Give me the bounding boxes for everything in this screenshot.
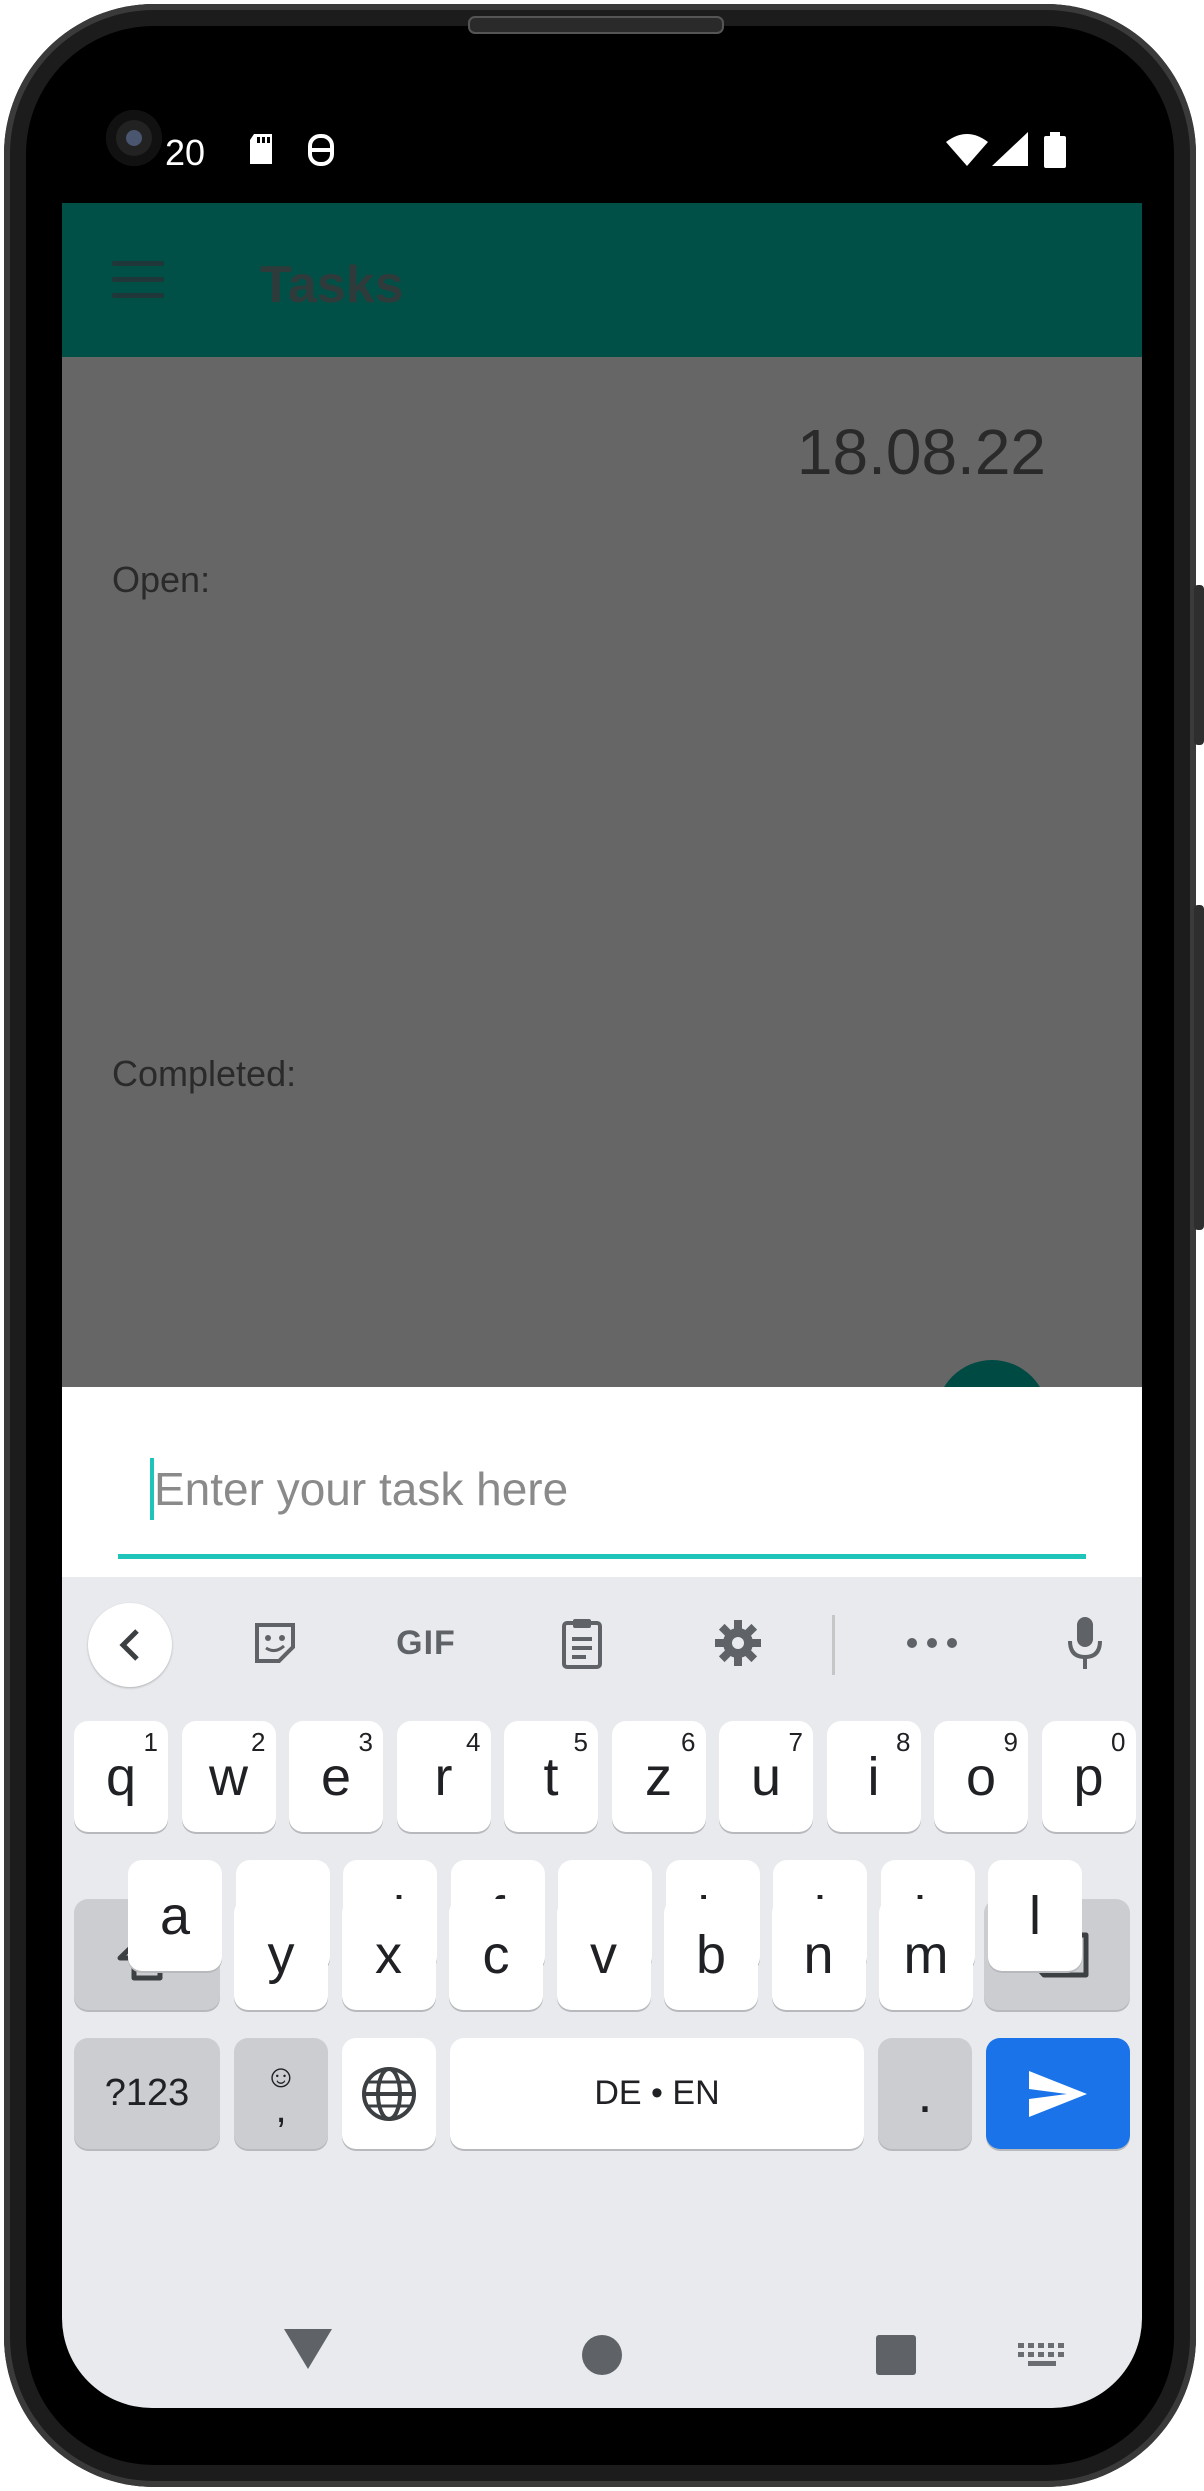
emoji-comma-key[interactable]: ☺ , bbox=[234, 2038, 328, 2149]
app-title: Tasks bbox=[260, 256, 404, 314]
soft-keyboard: GIF ?123 ☺ , DE • EN . q 1 w 2 e 3 r 4 t… bbox=[62, 1577, 1142, 2408]
globe-icon bbox=[362, 2066, 416, 2121]
key-l-label: l bbox=[1029, 1885, 1041, 1946]
key-v-label: v bbox=[590, 1924, 617, 1985]
sticker-icon[interactable] bbox=[245, 1617, 305, 1669]
key-b-label: b bbox=[695, 1924, 727, 1985]
key-w[interactable]: w2 bbox=[181, 1721, 276, 1832]
key-n[interactable]: n bbox=[771, 1899, 866, 2010]
key-q-label: q bbox=[105, 1746, 137, 1807]
period-key[interactable]: . bbox=[878, 2038, 972, 2149]
keyboard-switch-icon[interactable] bbox=[1018, 2343, 1066, 2367]
key-a[interactable]: a bbox=[128, 1860, 222, 1971]
key-q[interactable]: q1 bbox=[74, 1721, 168, 1832]
key-w-hint: 2 bbox=[251, 1727, 266, 1757]
task-list-scrim: 18.08.22 Open: Completed: bbox=[62, 357, 1142, 1387]
key-o-label: o bbox=[965, 1746, 997, 1807]
recents-square-icon[interactable] bbox=[876, 2335, 916, 2375]
key-t[interactable]: t5 bbox=[504, 1721, 598, 1832]
wifi-icon bbox=[946, 132, 988, 172]
task-input[interactable] bbox=[118, 1457, 1120, 1521]
key-o[interactable]: o9 bbox=[934, 1721, 1028, 1832]
key-z-hint: 6 bbox=[681, 1727, 696, 1757]
key-i[interactable]: i8 bbox=[826, 1721, 921, 1832]
key-c[interactable]: c bbox=[449, 1899, 543, 2010]
status-time: 20 bbox=[165, 132, 206, 173]
key-w-label: w bbox=[209, 1746, 248, 1807]
symbols-key[interactable]: ?123 bbox=[74, 2038, 220, 2149]
system-nav-bar bbox=[62, 2283, 1142, 2408]
key-m[interactable]: m bbox=[879, 1899, 973, 2010]
key-z[interactable]: z6 bbox=[611, 1721, 706, 1832]
key-m-label: m bbox=[903, 1924, 949, 1985]
volume-button bbox=[1194, 585, 1204, 745]
key-z-label: z bbox=[645, 1746, 672, 1807]
earpiece-speaker bbox=[468, 16, 724, 34]
more-dots-icon[interactable] bbox=[902, 1617, 962, 1669]
key-y[interactable]: y bbox=[234, 1899, 328, 2010]
key-p[interactable]: p0 bbox=[1041, 1721, 1136, 1832]
key-e-label: e bbox=[320, 1746, 352, 1807]
comma-label: , bbox=[275, 2086, 287, 2131]
clipboard-icon[interactable] bbox=[552, 1617, 612, 1669]
date-label: 18.08.22 bbox=[796, 416, 1046, 488]
key-u[interactable]: u7 bbox=[719, 1721, 813, 1832]
key-r-label: r bbox=[434, 1746, 453, 1807]
key-t-label: t bbox=[543, 1746, 559, 1807]
key-b[interactable]: b bbox=[664, 1899, 758, 2010]
settings-gear-icon[interactable] bbox=[708, 1617, 768, 1669]
battery-icon bbox=[1044, 132, 1066, 174]
task-input-sheet bbox=[62, 1387, 1142, 1577]
key-t-hint: 5 bbox=[573, 1727, 588, 1757]
completed-section-label: Completed: bbox=[112, 1053, 297, 1094]
hamburger-menu-icon[interactable] bbox=[112, 261, 164, 299]
key-r[interactable]: r4 bbox=[396, 1721, 491, 1832]
power-button bbox=[1194, 905, 1204, 1230]
signal-icon bbox=[992, 132, 1028, 172]
key-y-label: y bbox=[267, 1924, 295, 1985]
key-i-hint: 8 bbox=[896, 1727, 911, 1757]
status-bar: 20 bbox=[62, 60, 1142, 203]
key-c-label: c bbox=[482, 1924, 510, 1985]
microphone-icon[interactable] bbox=[1060, 1617, 1110, 1669]
key-e[interactable]: e3 bbox=[289, 1721, 383, 1832]
key-i-label: i bbox=[867, 1746, 880, 1807]
back-triangle-icon[interactable] bbox=[284, 2329, 332, 2369]
send-key[interactable] bbox=[986, 2038, 1130, 2149]
emoji-icon: ☺ bbox=[264, 2057, 298, 2094]
keyboard-toolbar: GIF bbox=[62, 1577, 1142, 1713]
front-camera bbox=[106, 110, 162, 166]
sd-card-icon bbox=[246, 132, 276, 172]
key-v[interactable]: v bbox=[556, 1899, 651, 2010]
key-a-label: a bbox=[159, 1885, 191, 1946]
home-circle-icon[interactable] bbox=[582, 2335, 622, 2375]
open-section-label: Open: bbox=[112, 559, 211, 600]
key-u-hint: 7 bbox=[788, 1727, 803, 1757]
task-input-underline bbox=[118, 1554, 1086, 1559]
notification-icon bbox=[306, 132, 336, 174]
space-key[interactable]: DE • EN bbox=[450, 2038, 864, 2149]
key-o-hint: 9 bbox=[1003, 1727, 1018, 1757]
back-chevron-icon[interactable] bbox=[88, 1603, 172, 1687]
phone-frame: 20 Tasks 18.08.22 Open: Completed: Enter… bbox=[0, 0, 1204, 2491]
key-n-label: n bbox=[803, 1924, 834, 1985]
screen: 20 Tasks 18.08.22 Open: Completed: Enter… bbox=[62, 60, 1142, 2408]
gif-button[interactable]: GIF bbox=[386, 1617, 466, 1669]
key-x-label: x bbox=[375, 1924, 402, 1985]
key-u-label: u bbox=[750, 1746, 782, 1807]
key-l[interactable]: l bbox=[988, 1860, 1082, 1971]
key-e-hint: 3 bbox=[358, 1727, 373, 1757]
key-r-hint: 4 bbox=[466, 1727, 481, 1757]
key-q-hint: 1 bbox=[143, 1727, 158, 1757]
toolbar-divider bbox=[832, 1615, 835, 1675]
text-caret bbox=[150, 1458, 154, 1520]
key-x[interactable]: x bbox=[341, 1899, 436, 2010]
key-p-label: p bbox=[1073, 1746, 1104, 1807]
app-bar: Tasks bbox=[62, 203, 1142, 357]
key-p-hint: 0 bbox=[1111, 1727, 1126, 1757]
globe-key[interactable] bbox=[342, 2038, 436, 2149]
send-arrow-icon bbox=[1029, 2070, 1087, 2117]
